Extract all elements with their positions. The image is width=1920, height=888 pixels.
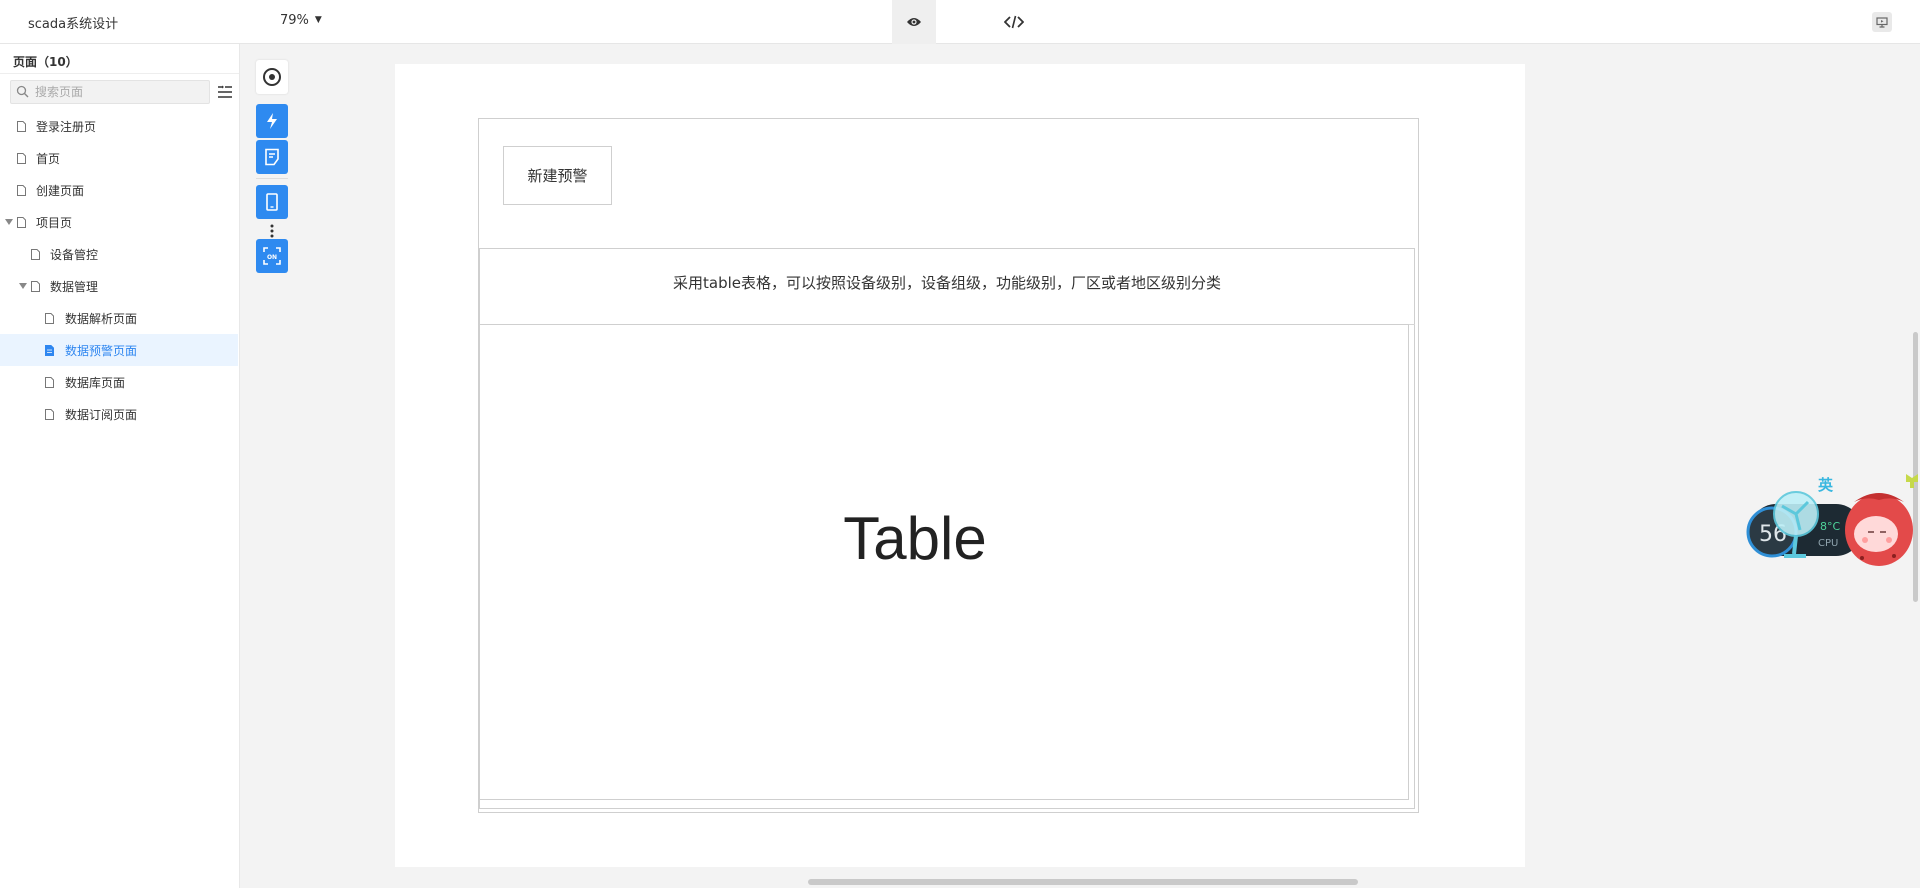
document-icon — [17, 184, 26, 196]
horizontal-scrollbar[interactable] — [808, 879, 1358, 885]
strawberry-mascot-icon — [1845, 474, 1918, 566]
search-row — [0, 74, 239, 110]
caret-down-icon: ▼ — [314, 15, 322, 25]
search-input[interactable] — [35, 84, 205, 100]
zoom-dropdown[interactable]: 79% ▼ — [280, 13, 322, 28]
document-icon — [17, 152, 26, 164]
tree-item-label: 数据订阅页面 — [65, 407, 138, 422]
widget-graphic: 56 8°C CPU 英 — [1746, 474, 1918, 566]
on-label: ON — [267, 254, 277, 261]
tree-item-device-control[interactable]: 设备管控 — [0, 238, 238, 270]
tree-item-label: 登录注册页 — [36, 119, 97, 134]
on-tool-button[interactable]: ON — [256, 239, 288, 273]
ime-indicator: 英 — [1818, 476, 1834, 494]
document-icon — [17, 120, 26, 132]
eye-icon — [907, 18, 921, 26]
tree-item-label: 数据库页面 — [65, 375, 126, 390]
tree-item-data-alert[interactable]: 数据预警页面 — [0, 334, 238, 366]
notes-tool-button[interactable] — [256, 140, 288, 174]
tree-item-label: 数据预警页面 — [65, 343, 138, 358]
top-bar: scada系统设计 79% ▼ — [0, 0, 1920, 44]
page-tree: 登录注册页 首页 创建页面 项目页 设备管控 数据管理 数据解析页面 数据预警页… — [0, 110, 238, 430]
table-placeholder-label: Table — [843, 505, 987, 572]
tree-item-label: 设备管控 — [50, 247, 99, 262]
lightning-icon — [267, 113, 277, 129]
search-icon — [16, 85, 29, 98]
target-tool-button[interactable] — [256, 60, 288, 94]
app-title: scada系统设计 — [28, 17, 119, 32]
target-icon — [263, 68, 281, 86]
note-icon — [265, 148, 279, 166]
pages-panel: 页面（10） 登录注册页 首页 创建页面 项目 — [0, 44, 240, 888]
tree-item-login[interactable]: 登录注册页 — [0, 110, 238, 142]
tree-item-project[interactable]: 项目页 — [0, 206, 238, 238]
tree-item-label: 数据管理 — [50, 279, 99, 294]
tree-item-home[interactable]: 首页 — [0, 142, 238, 174]
tree-item-label: 项目页 — [36, 215, 73, 230]
tree-item-create-page[interactable]: 创建页面 — [0, 174, 238, 206]
code-view-button[interactable] — [990, 0, 1038, 44]
zoom-value: 79% — [280, 13, 309, 28]
on-scan-icon: ON — [263, 247, 281, 265]
new-alert-button[interactable]: 新建预警 — [503, 146, 612, 205]
more-vertical-icon[interactable] — [270, 223, 274, 238]
cpu-label: CPU — [1818, 538, 1838, 549]
temperature-value: 8°C — [1820, 520, 1840, 533]
document-icon — [45, 376, 54, 388]
monitor-icon — [1876, 16, 1888, 28]
tree-item-database[interactable]: 数据库页面 — [0, 366, 238, 398]
description-text: 采用table表格，可以按照设备级别，设备组级，功能级别，厂区或者地区级别分类 — [673, 274, 1221, 292]
document-icon — [17, 216, 26, 228]
interaction-tool-button[interactable] — [256, 104, 288, 138]
expand-arrow-icon[interactable] — [5, 219, 13, 225]
search-box[interactable] — [10, 80, 210, 104]
desktop-monitor-widget[interactable]: 56 8°C CPU 英 — [1742, 470, 1920, 570]
tree-item-data-parsing[interactable]: 数据解析页面 — [0, 302, 238, 334]
toolbar-divider — [256, 178, 288, 179]
tree-item-label: 首页 — [36, 151, 61, 166]
document-icon — [45, 312, 54, 324]
device-preview-button[interactable] — [256, 185, 288, 219]
preview-button[interactable] — [892, 0, 936, 44]
tree-item-label: 创建页面 — [36, 183, 85, 198]
filter-list-icon[interactable] — [217, 85, 233, 99]
expand-arrow-icon[interactable] — [19, 283, 27, 289]
tree-item-data-management[interactable]: 数据管理 — [0, 270, 238, 302]
tablet-icon — [266, 193, 278, 211]
pages-header: 页面（10） — [0, 44, 239, 74]
document-icon — [45, 408, 54, 420]
document-icon — [31, 248, 40, 260]
document-icon — [45, 344, 54, 356]
present-button[interactable] — [1872, 12, 1892, 32]
tree-item-data-subscription[interactable]: 数据订阅页面 — [0, 398, 238, 430]
document-icon — [31, 280, 40, 292]
code-icon — [1004, 15, 1024, 29]
tree-item-label: 数据解析页面 — [65, 311, 138, 326]
